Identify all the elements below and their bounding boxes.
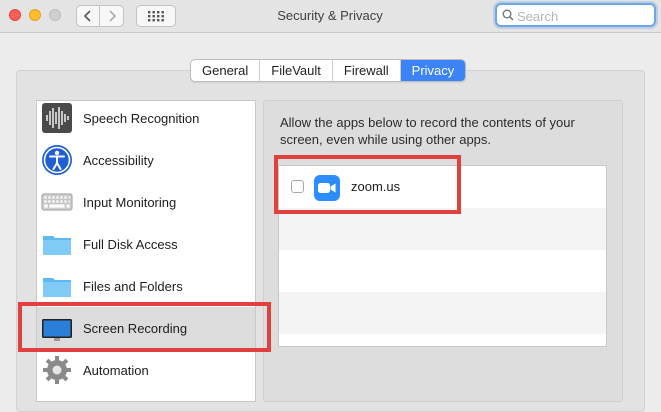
sidebar-item-label: Automation	[83, 362, 149, 378]
sidebar-item-accessibility[interactable]: Accessibility	[37, 139, 255, 181]
keyboard-icon	[41, 186, 75, 218]
minimize-window-button[interactable]	[29, 9, 41, 21]
accessibility-icon	[41, 144, 75, 176]
tab-general[interactable]: General	[191, 60, 261, 81]
show-all-button[interactable]	[136, 5, 176, 27]
grid-icon	[148, 11, 164, 22]
sidebar-item-full-disk-access[interactable]: Full Disk Access	[37, 223, 255, 265]
sidebar-item-label: Files and Folders	[83, 278, 183, 294]
sidebar-item-label: Accessibility	[83, 152, 154, 168]
sidebar-item-files-and-folders[interactable]: Files and Folders	[37, 265, 255, 307]
back-button[interactable]	[76, 5, 100, 27]
search-field[interactable]	[495, 3, 656, 27]
tab-firewall[interactable]: Firewall	[333, 60, 401, 81]
sidebar-item-label: Full Disk Access	[83, 236, 178, 252]
screen-recording-highlight	[18, 302, 271, 352]
sidebar-item-input-monitoring[interactable]: Input Monitoring	[37, 181, 255, 223]
forward-button[interactable]	[100, 5, 124, 27]
speech-waveform-icon	[41, 102, 75, 134]
tab-filevault[interactable]: FileVault	[260, 60, 333, 81]
search-input[interactable]	[515, 6, 649, 26]
zoom-window-button[interactable]	[49, 9, 61, 21]
sidebar-item-label: Input Monitoring	[83, 194, 177, 210]
zoom-app-highlight	[274, 155, 461, 214]
title-bar: Security & Privacy	[0, 0, 661, 33]
chevron-right-icon	[108, 10, 116, 22]
tab-privacy[interactable]: Privacy	[400, 60, 466, 81]
folder-icon	[41, 270, 75, 302]
permission-description: Allow the apps below to record the conte…	[280, 115, 575, 147]
close-window-button[interactable]	[9, 9, 21, 21]
privacy-category-list[interactable]: Speech Recognition Accessibility Input M…	[36, 100, 256, 402]
chevron-left-icon	[83, 10, 91, 22]
sidebar-item-automation[interactable]: Automation	[37, 349, 255, 391]
folder-icon	[41, 228, 75, 260]
sidebar-item-speech-recognition[interactable]: Speech Recognition	[37, 101, 255, 139]
empty-list-row	[279, 250, 606, 292]
gear-icon	[41, 354, 75, 386]
search-icon	[502, 9, 514, 21]
tab-bar: General FileVault Firewall Privacy	[190, 59, 467, 82]
sidebar-item-label: Speech Recognition	[83, 110, 200, 126]
empty-list-row	[279, 292, 606, 334]
window-title: Security & Privacy	[277, 8, 383, 23]
empty-list-row	[279, 208, 606, 250]
